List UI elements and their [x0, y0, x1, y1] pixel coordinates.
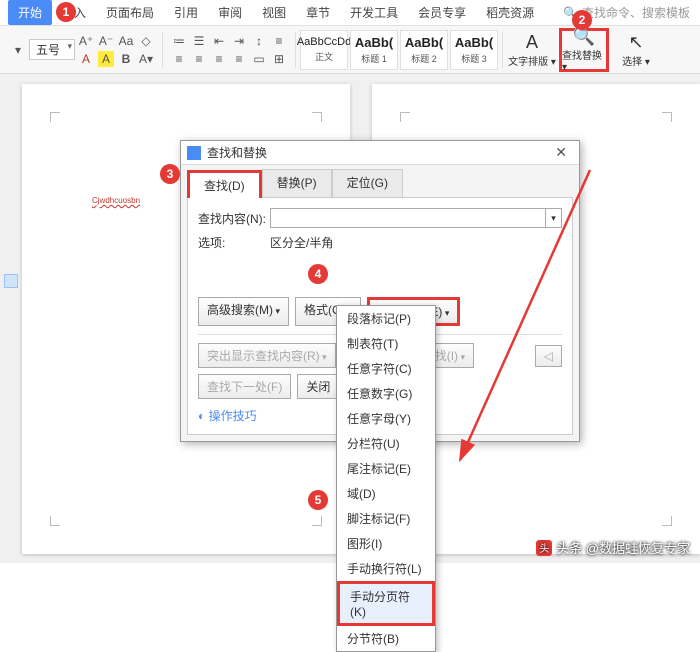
menu-any-digit[interactable]: 任意数字(G)	[337, 381, 435, 406]
bold-icon[interactable]: B	[118, 51, 134, 67]
find-input[interactable]	[270, 208, 546, 228]
shrink-font-icon[interactable]: A⁻	[98, 33, 114, 49]
ribbon: ▾ 五号 A⁺ A⁻ Aa ◇ A A B A▾ ≔ ☰ ⇤ ⇥	[0, 26, 700, 74]
find-label: 查找内容(N):	[198, 210, 270, 227]
special-format-menu: 段落标记(P) 制表符(T) 任意字符(C) 任意数字(G) 任意字母(Y) 分…	[336, 305, 436, 652]
dialog-tab-find[interactable]: 查找(D)	[187, 170, 262, 198]
align-justify-icon[interactable]: ≡	[231, 51, 247, 67]
menu-endnote-mark[interactable]: 尾注标记(E)	[337, 456, 435, 481]
style-h2[interactable]: AaBb(标题 2	[400, 30, 448, 70]
dialog-tab-replace[interactable]: 替换(P)	[262, 169, 332, 197]
style-h3[interactable]: AaBb(标题 3	[450, 30, 498, 70]
app-icon	[187, 146, 201, 160]
search-placeholder: 查找命令、搜索模板	[582, 4, 690, 21]
find-prev-button[interactable]: ◁	[535, 345, 562, 367]
style-normal[interactable]: AaBbCcDd正文	[300, 30, 348, 70]
find-replace-button[interactable]: 🔍 查找替换 ▾	[559, 28, 609, 72]
indent-inc-icon[interactable]: ⇥	[231, 33, 247, 49]
tab-res[interactable]: 稻壳资源	[476, 0, 544, 25]
select-icon: ↖	[628, 32, 643, 53]
menubar: 开始 插入 页面布局 引用 审阅 视图 章节 开发工具 会员专享 稻壳资源 🔍 …	[0, 0, 700, 26]
menu-footnote-mark[interactable]: 脚注标记(F)	[337, 506, 435, 531]
more-font-icon[interactable]: A▾	[138, 51, 154, 67]
align-left-icon[interactable]: ≡	[171, 51, 187, 67]
menu-section-break[interactable]: 分节符(B)	[337, 626, 435, 651]
style-h1[interactable]: AaBb(标题 1	[350, 30, 398, 70]
watermark-text: 头条 @数据蛙恢复专家	[556, 538, 690, 557]
align-right-icon[interactable]: ≡	[211, 51, 227, 67]
font-size-select[interactable]: 五号	[29, 39, 75, 60]
options-label: 选项:	[198, 234, 270, 251]
highlight-icon[interactable]: A	[98, 51, 114, 67]
sort-icon[interactable]: ↕	[251, 33, 267, 49]
text-layout-button[interactable]: A 文字排版 ▾	[507, 28, 557, 72]
bullets-icon[interactable]: ≔	[171, 33, 187, 49]
menu-tab[interactable]: 制表符(T)	[337, 331, 435, 356]
watermark-icon: 头	[536, 540, 552, 556]
dialog-titlebar[interactable]: 查找和替换 ✕	[181, 141, 579, 165]
page1-text: Cjwdhcuosbn	[92, 196, 140, 205]
tab-reference[interactable]: 引用	[164, 0, 208, 25]
tab-chapter[interactable]: 章节	[296, 0, 340, 25]
tab-review[interactable]: 审阅	[208, 0, 252, 25]
callout-1: 1	[56, 2, 76, 22]
grow-font-icon[interactable]: A⁺	[78, 33, 94, 49]
callout-5: 5	[308, 490, 328, 510]
paste-icon[interactable]: ▾	[10, 42, 26, 58]
select-button[interactable]: ↖ 选择 ▾	[611, 28, 661, 72]
paragraph-group: ≔ ☰ ⇤ ⇥ ↕ ≡ ≡ ≡ ≡ ≡ ▭ ⊞	[167, 33, 291, 67]
line-spacing-icon[interactable]: ≡	[271, 33, 287, 49]
style-gallery[interactable]: AaBbCcDd正文 AaBb(标题 1 AaBb(标题 2 AaBb(标题 3	[300, 30, 498, 70]
close-button[interactable]: 关闭	[297, 374, 339, 399]
dialog-close-button[interactable]: ✕	[549, 144, 573, 161]
dialog-title: 查找和替换	[207, 144, 267, 161]
tab-dev[interactable]: 开发工具	[340, 0, 408, 25]
shading-icon[interactable]: ▭	[251, 51, 267, 67]
change-case-icon[interactable]: Aa	[118, 33, 134, 49]
menu-manual-pagebreak[interactable]: 手动分页符(K)	[337, 581, 435, 626]
clear-format-icon[interactable]: ◇	[138, 33, 154, 49]
dialog-tabs: 查找(D) 替换(P) 定位(G)	[181, 165, 579, 197]
dialog-tab-goto[interactable]: 定位(G)	[332, 169, 403, 197]
borders-icon[interactable]: ⊞	[271, 51, 287, 67]
tab-member[interactable]: 会员专享	[408, 0, 476, 25]
tab-layout[interactable]: 页面布局	[96, 0, 164, 25]
indent-dec-icon[interactable]: ⇤	[211, 33, 227, 49]
highlight-results-button[interactable]: 突出显示查找内容(R)	[198, 343, 336, 368]
menu-graphic[interactable]: 图形(I)	[337, 531, 435, 556]
numbering-icon[interactable]: ☰	[191, 33, 207, 49]
options-value: 区分全/半角	[270, 234, 333, 251]
tab-view[interactable]: 视图	[252, 0, 296, 25]
advanced-search-button[interactable]: 高级搜索(M)	[198, 297, 289, 326]
callout-3: 3	[160, 164, 180, 184]
find-history-dropdown[interactable]: ▾	[546, 208, 562, 228]
align-center-icon[interactable]: ≡	[191, 51, 207, 67]
find-next-button[interactable]: 查找下一处(F)	[198, 374, 291, 399]
tab-start[interactable]: 开始	[8, 0, 52, 25]
font-group: ▾ 五号 A⁺ A⁻ Aa ◇ A A B A▾	[6, 33, 158, 67]
menu-field[interactable]: 域(D)	[337, 481, 435, 506]
menu-any-letter[interactable]: 任意字母(Y)	[337, 406, 435, 431]
text-layout-icon: A	[526, 32, 538, 53]
menu-para-mark[interactable]: 段落标记(P)	[337, 306, 435, 331]
section-marker[interactable]	[4, 274, 18, 288]
menu-column-break[interactable]: 分栏符(U)	[337, 431, 435, 456]
menu-any-char[interactable]: 任意字符(C)	[337, 356, 435, 381]
font-color-icon[interactable]: A	[78, 51, 94, 67]
watermark: 头 头条 @数据蛙恢复专家	[536, 538, 690, 557]
callout-2: 2	[572, 10, 592, 30]
callout-4: 4	[308, 264, 328, 284]
menu-manual-linebreak[interactable]: 手动换行符(L)	[337, 556, 435, 581]
